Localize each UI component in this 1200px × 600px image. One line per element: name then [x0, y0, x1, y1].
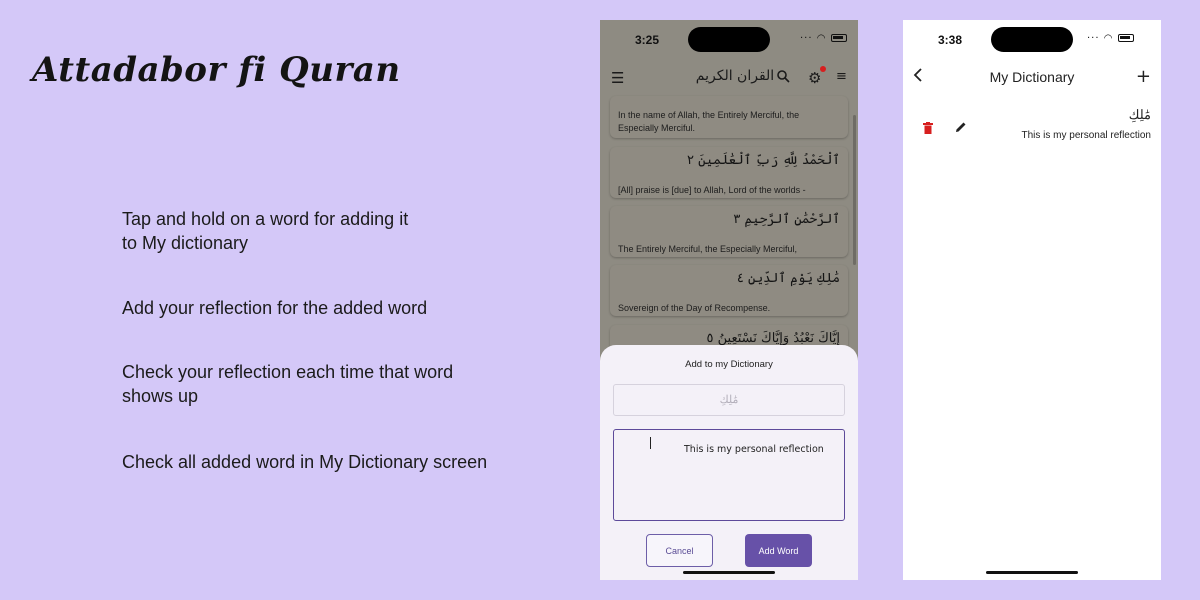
list-icon[interactable]: ≡ [836, 69, 847, 84]
verse-arabic[interactable]: ٱلرَّحْمَٰنِ ٱلرَّحِيمِ ٣ [618, 212, 840, 234]
home-indicator[interactable] [986, 571, 1078, 574]
app-title: Attadabor fi Quran [32, 50, 401, 90]
add-icon[interactable]: + [1136, 66, 1151, 87]
verse-card[interactable]: مَٰلِكِ يَوْمِ ٱلدِّينِ ٤ Sovereign of t… [610, 265, 848, 316]
reflection-field[interactable]: This is my personal reflection [613, 429, 845, 521]
status-time: 3:38 [938, 33, 963, 47]
battery-icon [1117, 34, 1134, 42]
signal-icon: ··· [800, 33, 813, 44]
status-bar: 3:38 ··· ◠ [903, 20, 1161, 60]
verse-card[interactable]: ٱلْحَمْدُ لِلَّهِ رَبِّ ٱلْعَٰلَمِينَ ٢ … [610, 147, 848, 198]
verse-card[interactable]: ٱلرَّحْمَٰنِ ٱلرَّحِيمِ ٣ The Entirely M… [610, 206, 848, 257]
verse-arabic[interactable]: مَٰلِكِ يَوْمِ ٱلدِّينِ ٤ [618, 271, 840, 293]
notification-dot [820, 66, 826, 72]
word-field[interactable]: مَٰلِكِ [613, 384, 845, 416]
status-time: 3:25 [635, 33, 660, 47]
feature-2: Add your reflection for the added word [122, 298, 428, 318]
wifi-icon: ◠ [1103, 33, 1114, 44]
verse-card[interactable]: In the name of Allah, the Entirely Merci… [610, 96, 848, 138]
add-word-button[interactable]: Add Word [745, 534, 812, 567]
wifi-icon: ◠ [816, 33, 827, 44]
phone-screen-dictionary: 3:38 ··· ◠ My Dictionary + مَٰلِكِ This … [903, 20, 1161, 580]
feature-3: Check your reflection each time that wor… [122, 362, 454, 406]
status-bar: 3:25 ··· ◠ [600, 20, 858, 60]
dictionary-reflection: This is my personal reflection [1021, 130, 1152, 141]
battery-icon [830, 34, 847, 42]
phone-screen-reader: 3:25 ··· ◠ ☰ القران الكريم ⚙ ≡ In the na… [600, 20, 858, 580]
dictionary-word: مَٰلِكِ [1128, 108, 1151, 123]
text-caret [650, 437, 651, 449]
sheet-title: Add to my Dictionary [685, 359, 773, 370]
word-field-value: مَٰلِكِ [719, 393, 739, 406]
signal-icon: ··· [1087, 33, 1100, 44]
verse-translation: The Entirely Merciful, the Especially Me… [618, 244, 798, 254]
cancel-button[interactable]: Cancel [646, 534, 713, 567]
search-icon[interactable] [777, 69, 790, 87]
dynamic-island [991, 27, 1073, 52]
verse-translation: Sovereign of the Day of Recompense. [618, 303, 771, 313]
trash-icon[interactable] [923, 119, 933, 134]
app-bar: ☰ القران الكريم ⚙ ≡ [600, 64, 858, 94]
app-bar: My Dictionary + [903, 66, 1161, 91]
feature-4: Check all added word in My Dictionary sc… [122, 452, 488, 472]
status-icons: ··· ◠ [800, 33, 847, 44]
add-word-sheet: Add to my Dictionary مَٰلِكِ This is my … [600, 345, 858, 580]
dynamic-island [688, 27, 770, 52]
verse-translation: [All] praise is [due] to Allah, Lord of … [618, 185, 806, 195]
verse-arabic[interactable]: ٱلْحَمْدُ لِلَّهِ رَبِّ ٱلْعَٰلَمِينَ ٢ [618, 153, 840, 175]
reflection-field-value: This is my personal reflection [684, 444, 824, 455]
home-indicator[interactable] [683, 571, 775, 574]
gear-icon[interactable]: ⚙ [808, 69, 821, 87]
page-title: My Dictionary [989, 69, 1075, 85]
status-icons: ··· ◠ [1087, 33, 1134, 44]
menu-icon[interactable]: ☰ [611, 69, 624, 87]
scrollbar[interactable] [853, 115, 856, 265]
feature-1: Tap and hold on a word for adding it to … [122, 209, 409, 253]
verse-translation: In the name of Allah, the Entirely Merci… [618, 110, 800, 133]
pencil-icon[interactable] [955, 118, 967, 132]
